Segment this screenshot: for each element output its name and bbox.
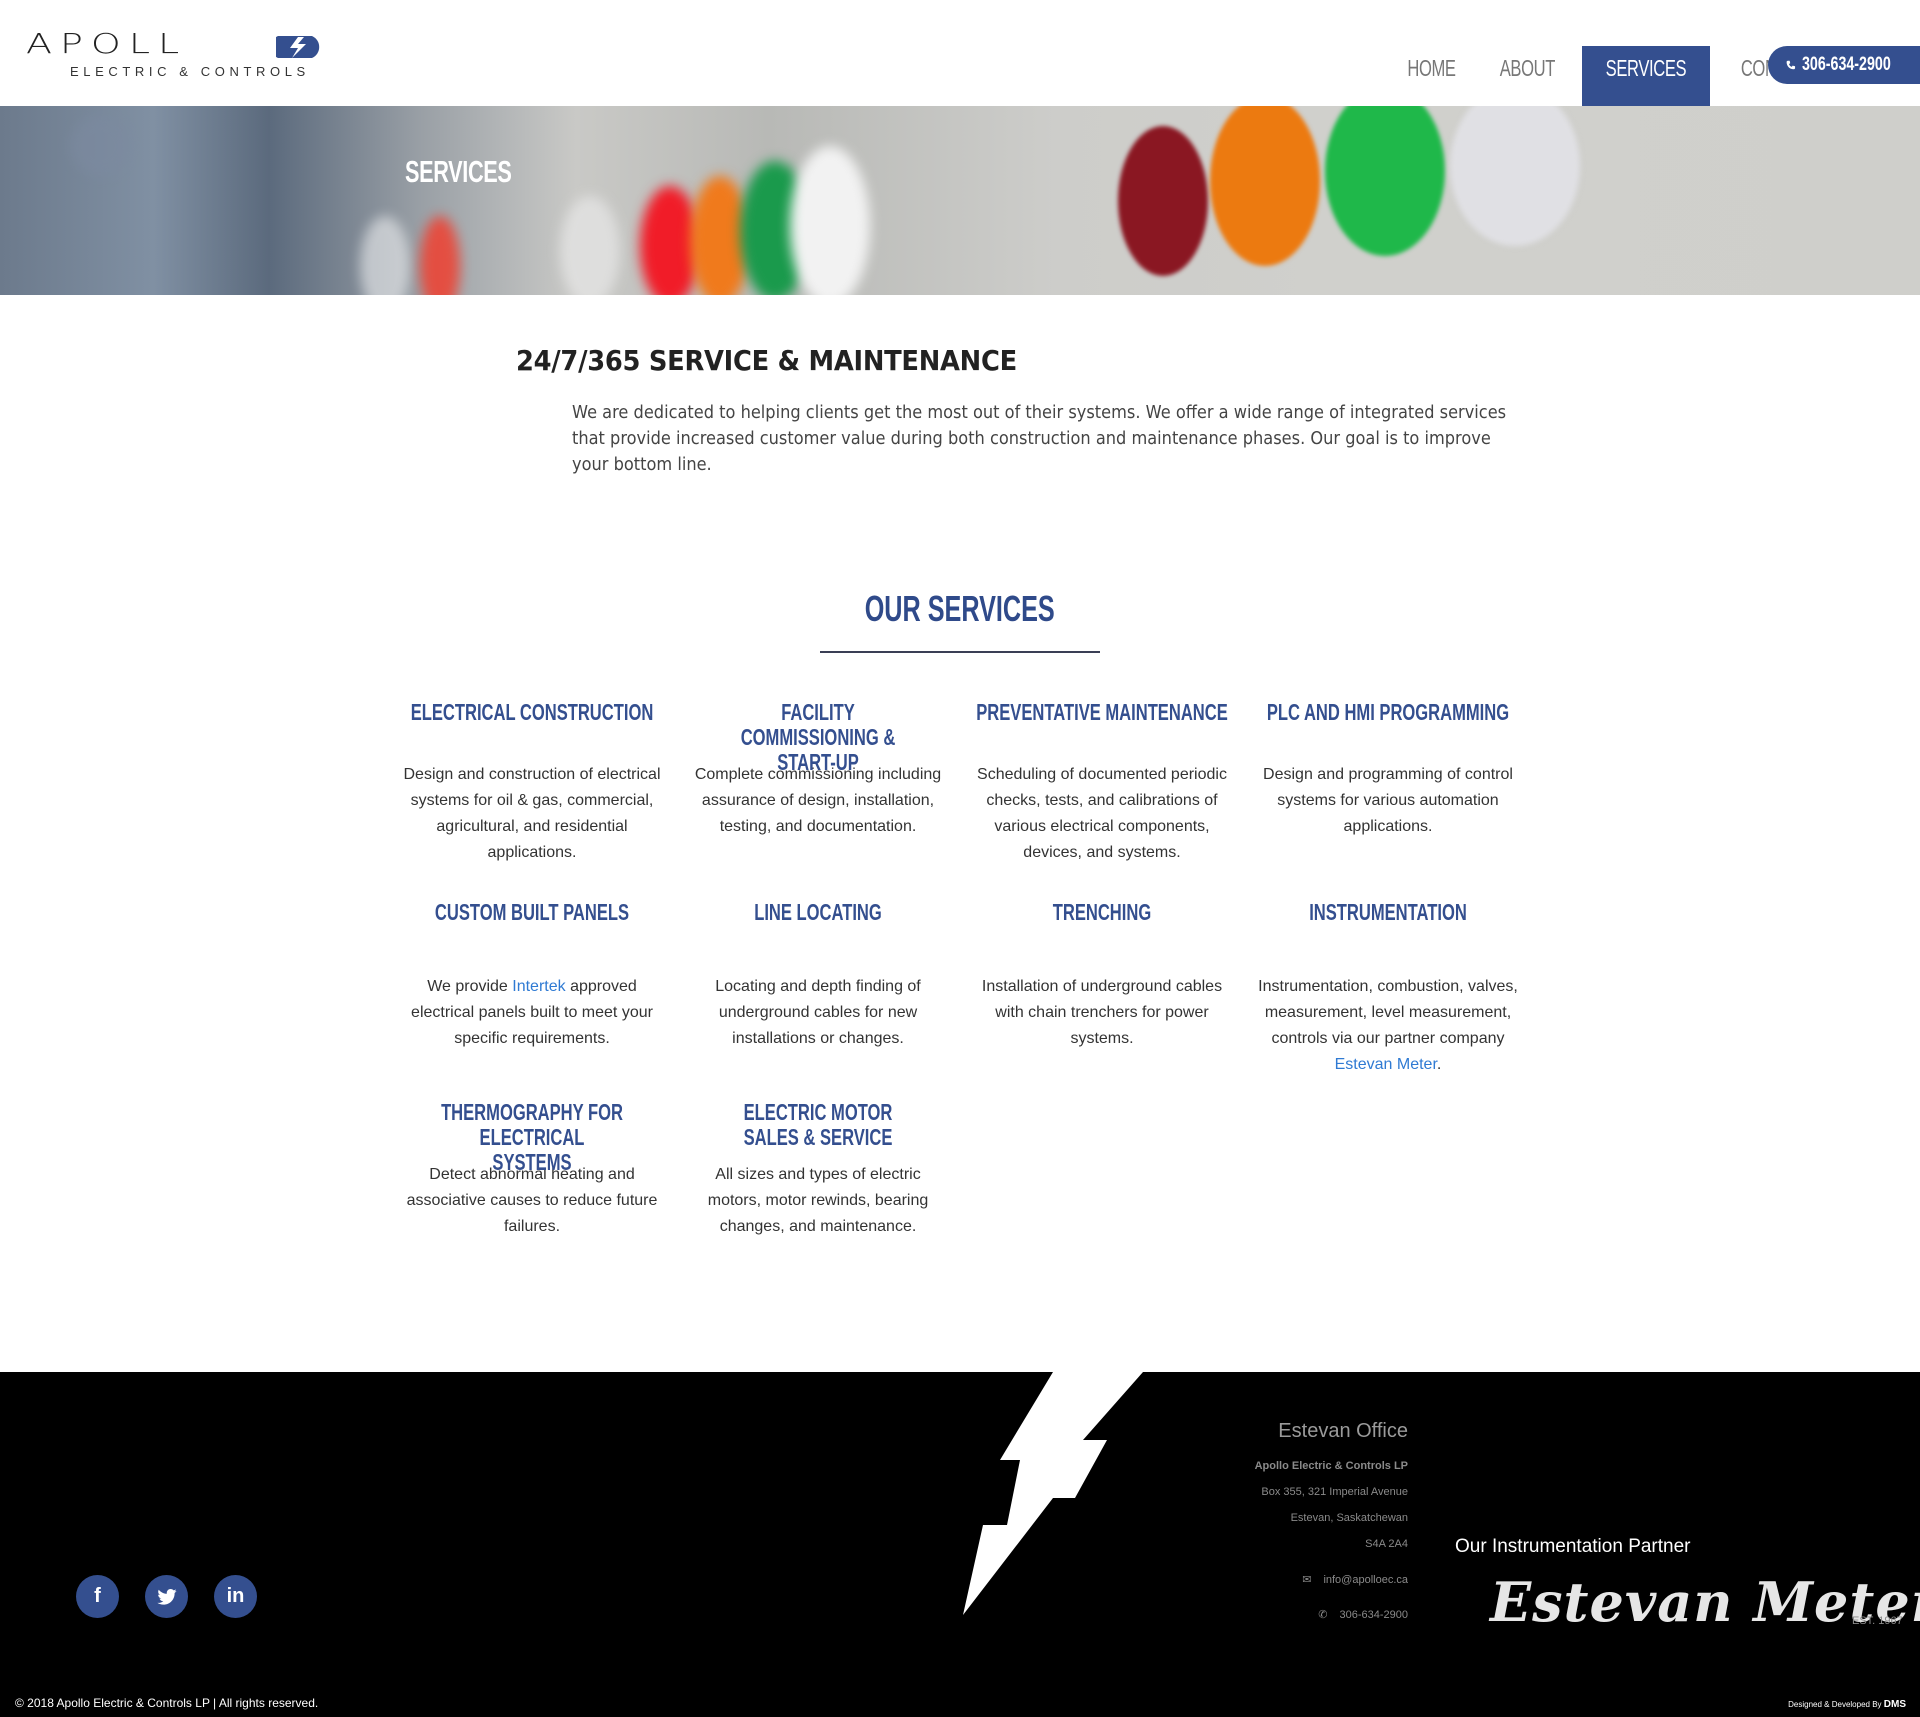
twitter-icon[interactable]	[145, 1575, 188, 1618]
office-info: Estevan Office Apollo Electric & Control…	[1255, 1420, 1408, 1633]
office-address-line: Box 355, 321 Imperial Avenue	[1261, 1486, 1408, 1498]
facebook-icon[interactable]: f	[76, 1575, 119, 1618]
service-title: FACILITY COMMISSIONING & START-UP	[740, 699, 896, 775]
service-title: ELECTRIC MOTOR SALES & SERVICE	[743, 1099, 893, 1150]
service-title: LINE LOCATING	[754, 899, 882, 925]
service-description: Instrumentation, combustion, valves, mea…	[1258, 978, 1518, 1073]
hero-banner: SERVICES	[0, 106, 1920, 295]
service-card: ELECTRICAL CONSTRUCTION Design and const…	[402, 700, 662, 866]
services-title: OUR SERVICES	[865, 588, 1055, 629]
service-card: PLC AND HMI PROGRAMMING Design and progr…	[1258, 700, 1518, 840]
phone-icon: ✆	[1318, 1609, 1328, 1621]
service-card: CUSTOM BUILT PANELS We provide Intertek …	[402, 900, 662, 1052]
office-company: Apollo Electric & Controls LP	[1254, 1460, 1408, 1472]
service-description: All sizes and types of electric motors, …	[707, 1166, 929, 1235]
service-description: Design and construction of electrical sy…	[403, 766, 661, 861]
service-title: PLC AND HMI PROGRAMMING	[1266, 699, 1510, 725]
logo-wordmark: APOLL	[26, 27, 188, 60]
office-title: Estevan Office	[1278, 1420, 1408, 1442]
intro-title: 24/7/365 SERVICE & MAINTENANCE	[516, 344, 1017, 377]
service-title: TRENCHING	[1052, 899, 1152, 925]
logo-subtitle: ELECTRIC & CONTROLS	[70, 64, 310, 79]
hero-image-indicator-light	[360, 216, 410, 295]
service-title: PREVENTATIVE MAINTENANCE	[976, 699, 1228, 725]
estevan-meter-link[interactable]: Estevan Meter	[1335, 1056, 1437, 1073]
hero-image-indicator-light	[1210, 106, 1320, 266]
envelope-icon: ✉	[1302, 1574, 1312, 1586]
service-card: PREVENTATIVE MAINTENANCE Scheduling of d…	[972, 700, 1232, 866]
phone-button[interactable]: 306-634-2900	[1768, 46, 1920, 84]
service-title: CUSTOM BUILT PANELS	[434, 899, 630, 925]
service-card: ELECTRIC MOTOR SALES & SERVICE All sizes…	[688, 1100, 948, 1240]
hero-image-indicator-light	[1325, 106, 1445, 256]
hero-image-indicator-light	[420, 216, 460, 295]
service-description: Design and programming of control system…	[1263, 766, 1513, 835]
phone-icon	[1786, 60, 1796, 70]
services-title-divider	[820, 651, 1100, 653]
partner-label: Our Instrumentation Partner	[1455, 1536, 1691, 1557]
nav-home[interactable]: HOME	[1390, 46, 1473, 106]
hero-title: SERVICES	[405, 154, 512, 189]
service-title: THERMOGRAPHY FOR ELECTRICAL SYSTEMS	[441, 1099, 623, 1175]
service-title: ELECTRICAL CONSTRUCTION	[410, 699, 654, 725]
service-description: Locating and depth finding of undergroun…	[715, 978, 921, 1047]
social-links: f in	[76, 1575, 257, 1618]
service-card: FACILITY COMMISSIONING & START-UP Comple…	[688, 700, 948, 840]
service-card: INSTRUMENTATION Instrumentation, combust…	[1258, 900, 1518, 1078]
hero-image-indicator-light	[560, 196, 620, 295]
service-card: TRENCHING Installation of underground ca…	[972, 900, 1232, 1052]
service-description: Scheduling of documented periodic checks…	[977, 766, 1227, 861]
copyright: © 2018 Apollo Electric & Controls LP | A…	[15, 1696, 319, 1710]
office-address-line: Estevan, Saskatchewan	[1290, 1512, 1408, 1524]
hero-image-indicator-light	[1450, 106, 1580, 246]
nav-services[interactable]: SERVICES	[1581, 46, 1710, 106]
linkedin-icon[interactable]: in	[214, 1575, 257, 1618]
service-description: We provide Intertek approved electrical …	[411, 978, 653, 1047]
hero-image-indicator-light	[70, 116, 130, 176]
service-card: LINE LOCATING Locating and depth finding…	[688, 900, 948, 1052]
office-postal-code: S4A 2A4	[1365, 1538, 1408, 1550]
phone-number: 306-634-2900	[1801, 54, 1891, 75]
office-email[interactable]: ✉ info@apolloec.ca	[1255, 1563, 1408, 1598]
logo-bolt-mark-icon	[276, 36, 320, 58]
developer-credits[interactable]: Designed & Developed By DMS	[1788, 1699, 1906, 1710]
intro-text: We are dedicated to helping clients get …	[572, 402, 1507, 475]
hero-image-indicator-light	[790, 146, 870, 295]
service-title: INSTRUMENTATION	[1309, 899, 1467, 925]
office-phone[interactable]: ✆ 306-634-2900	[1255, 1598, 1408, 1633]
service-description: Installation of underground cables with …	[981, 978, 1223, 1047]
service-card: THERMOGRAPHY FOR ELECTRICAL SYSTEMS Dete…	[402, 1100, 662, 1240]
site-footer: Estevan Office Apollo Electric & Control…	[0, 1372, 1920, 1717]
hero-image-indicator-light	[1118, 126, 1208, 276]
site-header: APOLL ELECTRIC & CONTROLS HOME ABOUT SER…	[0, 0, 1920, 106]
logo[interactable]: APOLL ELECTRIC & CONTROLS	[26, 27, 320, 82]
nav-about[interactable]: ABOUT	[1481, 46, 1574, 106]
partner-established: EST. 1967	[1852, 1615, 1903, 1627]
intertek-link[interactable]: Intertek	[512, 978, 565, 995]
